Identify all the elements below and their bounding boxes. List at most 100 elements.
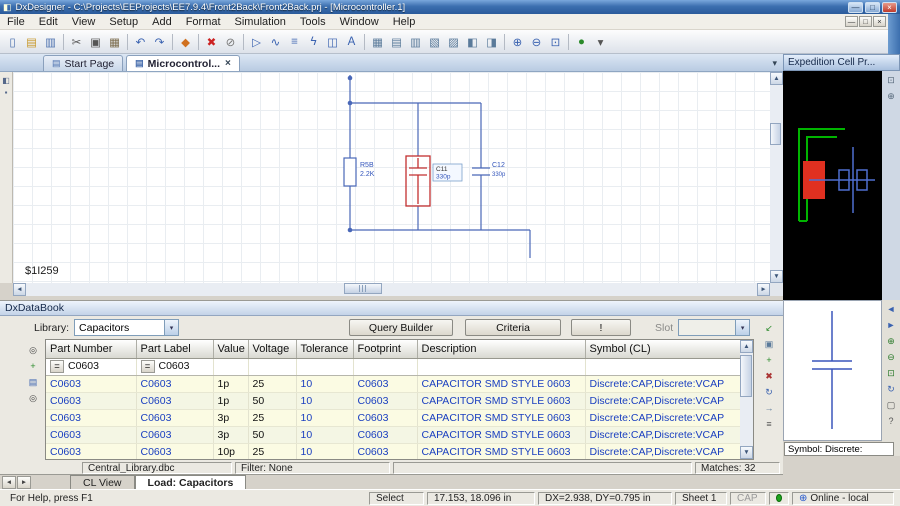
close-icon[interactable]: × [225, 58, 231, 69]
pin-icon[interactable]: ▪ [1, 86, 12, 98]
clear-query-icon[interactable]: ✖ [762, 369, 776, 383]
export-icon[interactable]: → [762, 401, 776, 415]
databook-cell[interactable]: 50 [248, 392, 297, 410]
databook-cell[interactable]: C0603 [136, 426, 214, 444]
tab-start-page[interactable]: ▤ Start Page [43, 55, 124, 71]
column-header-part-label[interactable]: Part Label [136, 340, 214, 359]
redo-icon[interactable]: ↷ [150, 32, 169, 51]
databook-cell[interactable]: C0603 [353, 443, 418, 459]
status-sheet[interactable]: Sheet 1 [675, 491, 727, 505]
databook-cell[interactable]: CAPACITOR SMD STYLE 0603 [417, 426, 586, 444]
filter-cell[interactable] [417, 358, 586, 376]
mdi-minimize-button[interactable]: — [845, 16, 858, 27]
cut-icon[interactable]: ✂ [67, 32, 86, 51]
canvas-horizontal-scrollbar[interactable]: ◄ ► [13, 283, 770, 296]
add-part-icon[interactable]: ◫ [323, 32, 342, 51]
menu-tools[interactable]: Tools [293, 16, 333, 28]
databook-cell[interactable]: 3p [213, 426, 249, 444]
menu-file[interactable]: File [0, 16, 32, 28]
grid-icon[interactable]: ▦ [368, 32, 387, 51]
databook-cell[interactable]: 10 [296, 375, 354, 393]
minimize-button[interactable]: — [848, 1, 863, 13]
databook-cell[interactable]: Discrete:CAP,Discrete:VCAP [585, 443, 740, 459]
scrollbar-thumb[interactable] [740, 355, 752, 397]
databook-row[interactable]: C0603 C0603 1p 50 10 C0603 CAPACITOR SMD STYLE… [46, 392, 740, 410]
find-part-icon[interactable]: ◎ [26, 343, 40, 357]
column-header-tolerance[interactable]: Tolerance [296, 340, 354, 359]
align-left-icon[interactable]: ▤ [387, 32, 406, 51]
filter-cell[interactable] [248, 358, 297, 376]
refresh-icon[interactable]: ↻ [762, 385, 776, 399]
databook-cell[interactable]: C0603 [353, 392, 418, 410]
symbol-zoom-in-icon[interactable]: ⊕ [884, 334, 898, 348]
tab-cl-view[interactable]: CL View [70, 475, 135, 489]
filter-value[interactable]: C0603 [68, 360, 99, 372]
canvas-vertical-scrollbar[interactable]: ▲ ▼ [770, 72, 783, 283]
symbol-prev-icon[interactable]: ◄ [884, 302, 898, 316]
align-top-icon[interactable]: ▥ [406, 32, 425, 51]
symbol-rotate-icon[interactable]: ↻ [884, 382, 898, 396]
capacitor-c11-selected[interactable] [405, 155, 431, 207]
databook-cell[interactable]: 3p [213, 409, 249, 427]
databook-row[interactable]: C0603 C0603 10p 25 10 C0603 CAPACITOR SMD STYL… [46, 443, 740, 459]
add-net-icon[interactable]: ϟ [304, 32, 323, 51]
symbol-preview-canvas[interactable] [783, 300, 882, 441]
databook-cell[interactable]: C0603 [46, 375, 137, 393]
view-mode-icon[interactable]: ▤ [26, 375, 40, 389]
databook-cell[interactable]: C0603 [136, 375, 214, 393]
databook-cell[interactable]: 50 [248, 426, 297, 444]
databook-cell[interactable]: 10p [213, 443, 249, 459]
mdi-restore-button[interactable]: □ [859, 16, 872, 27]
databook-cell[interactable]: 10 [296, 426, 354, 444]
filter-row[interactable]: = C0603 = C0603 [46, 358, 740, 376]
column-header-value[interactable]: Value [213, 340, 249, 359]
add-wire-icon[interactable]: ∿ [266, 32, 285, 51]
select-mode-icon[interactable]: ▷ [247, 32, 266, 51]
tab-list-dropdown-icon[interactable]: ▾ [772, 58, 777, 69]
new-query-icon[interactable]: + [762, 353, 776, 367]
chevron-down-icon[interactable]: ▾ [735, 320, 750, 335]
symbol-zoom-out-icon[interactable]: ⊖ [884, 350, 898, 364]
databook-cell[interactable]: CAPACITOR SMD STYLE 0603 [417, 443, 586, 459]
symbol-help-icon[interactable]: ? [884, 414, 898, 428]
resistor-r5b[interactable] [343, 157, 357, 187]
delete-icon[interactable]: ✖ [202, 32, 221, 51]
tab-load-capacitors[interactable]: Load: Capacitors [134, 475, 247, 489]
databook-cell[interactable]: Discrete:CAP,Discrete:VCAP [585, 392, 740, 410]
databook-cell[interactable]: 10 [296, 392, 354, 410]
distribute-v-icon[interactable]: ▨ [444, 32, 463, 51]
databook-cell[interactable]: 25 [248, 409, 297, 427]
databook-cell[interactable]: 25 [248, 443, 297, 459]
menu-edit[interactable]: Edit [32, 16, 65, 28]
databook-cell[interactable]: 1p [213, 392, 249, 410]
databook-row[interactable]: C0603 C0603 3p 50 10 C0603 CAPACITOR SMD STYLE… [46, 426, 740, 444]
copy-properties-icon[interactable]: ▣ [762, 337, 776, 351]
scroll-up-icon[interactable]: ▲ [740, 340, 753, 353]
color-picker-icon[interactable]: ◆ [176, 32, 195, 51]
navigator-strip[interactable]: ◧ ▪ [0, 72, 13, 283]
zoom-fit-icon[interactable]: ⊡ [546, 32, 565, 51]
databook-cell[interactable]: C0603 [46, 426, 137, 444]
navigator-tab-icon[interactable]: ◧ [1, 74, 12, 86]
filter-cell[interactable]: = C0603 [136, 358, 214, 376]
filter-cell[interactable] [585, 358, 740, 376]
databook-cell[interactable]: C0603 [353, 409, 418, 427]
menu-format[interactable]: Format [179, 16, 228, 28]
mdi-close-button[interactable]: × [873, 16, 886, 27]
zoom-out-icon[interactable]: ⊖ [527, 32, 546, 51]
cell-preview-canvas[interactable] [783, 71, 882, 300]
rotate-icon[interactable]: ◨ [482, 32, 501, 51]
databook-row[interactable]: C0603 C0603 1p 25 10 C0603 CAPACITOR SMD STYLE… [46, 375, 740, 393]
query-builder-button[interactable]: Query Builder [349, 319, 454, 336]
add-bus-icon[interactable]: ≡ [285, 32, 304, 51]
tab-scroll-right-icon[interactable]: ► [17, 476, 31, 489]
scroll-up-icon[interactable]: ▲ [770, 72, 783, 85]
add-text-icon[interactable]: A [342, 32, 361, 51]
column-header-description[interactable]: Description [417, 340, 586, 359]
menu-add[interactable]: Add [145, 16, 179, 28]
symbol-select-icon[interactable]: ▢ [884, 398, 898, 412]
mirror-icon[interactable]: ◧ [463, 32, 482, 51]
cell-fit-icon[interactable]: ⊡ [884, 73, 898, 87]
paste-icon[interactable]: ▦ [105, 32, 124, 51]
symbol-fit-icon[interactable]: ⊡ [884, 366, 898, 380]
